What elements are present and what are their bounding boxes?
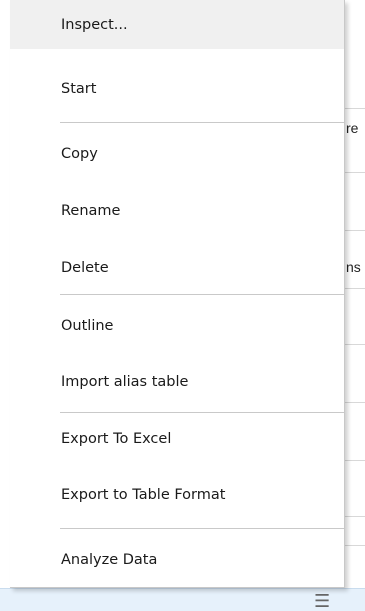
menu-item-label: Copy <box>61 146 98 162</box>
menu-separator <box>60 294 344 295</box>
menu-item-label: Rename <box>61 203 121 219</box>
menu-item-rename[interactable]: Rename <box>10 186 344 236</box>
menu-item-label: Analyze Data <box>61 552 158 568</box>
menu-item-import-alias-table[interactable]: Import alias table <box>10 357 344 407</box>
menu-item-label: Export To Excel <box>61 431 172 447</box>
context-menu: Inspect... Start Copy Rename Delete Outl… <box>10 0 345 588</box>
menu-item-label: Import alias table <box>61 374 189 390</box>
menu-item-inspect[interactable]: Inspect... <box>10 0 344 49</box>
menu-item-export-to-excel[interactable]: Export To Excel <box>10 414 344 464</box>
menu-item-delete[interactable]: Delete <box>10 243 344 293</box>
menu-separator <box>60 528 344 529</box>
menu-item-start[interactable]: Start <box>10 64 344 114</box>
menu-item-label: Export to Table Format <box>61 487 226 503</box>
grid-line <box>345 108 365 109</box>
menu-separator <box>60 412 344 413</box>
grid-line <box>345 230 365 231</box>
menu-item-outline[interactable]: Outline <box>10 301 344 351</box>
grid-line <box>345 402 365 403</box>
grid-line <box>345 344 365 345</box>
grid-line <box>345 460 365 461</box>
grid-line <box>345 545 365 546</box>
menu-item-copy[interactable]: Copy <box>10 129 344 179</box>
menu-item-label: Outline <box>61 318 114 334</box>
menu-separator <box>60 122 344 123</box>
menu-item-analyze-data[interactable]: Analyze Data <box>10 535 344 585</box>
status-bar <box>0 588 365 611</box>
hamburger-icon[interactable]: ☰ <box>314 592 330 610</box>
menu-item-label: Start <box>61 81 97 97</box>
menu-item-export-to-table-format[interactable]: Export to Table Format <box>10 470 344 520</box>
menu-item-label: Inspect... <box>61 16 128 33</box>
menu-item-label: Delete <box>61 260 109 276</box>
grid-header-fragment: re <box>346 120 359 136</box>
grid-cell-fragment: ns <box>346 259 361 275</box>
grid-line <box>345 288 365 289</box>
grid-line <box>345 172 365 173</box>
grid-line <box>345 516 365 517</box>
